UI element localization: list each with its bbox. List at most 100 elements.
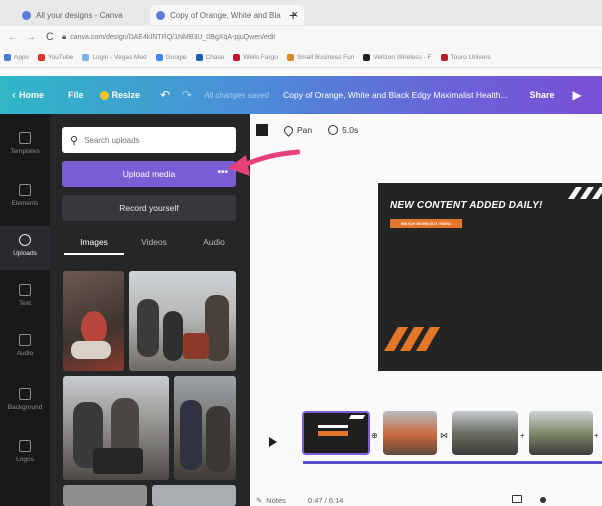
annotation-arrow	[228, 149, 300, 176]
chevron-left-icon[interactable]: ‹	[12, 88, 16, 102]
pan-label: Pan	[297, 125, 313, 135]
bookmark-favicon-icon	[440, 54, 448, 61]
rail-item-audio[interactable]: Audio	[0, 326, 50, 370]
notes-icon: ✎	[256, 496, 263, 505]
bookmark-item[interactable]: Google	[155, 54, 187, 61]
rail-item-label: Templates	[10, 148, 40, 155]
app-header: ‹ Home File Resize ↶ ↷ All changes saved…	[0, 76, 602, 114]
tab-images[interactable]: Images	[64, 231, 124, 255]
elements-icon	[19, 184, 31, 196]
resize-button[interactable]: Resize	[99, 90, 140, 100]
design-title[interactable]: Copy of Orange, White and Black Edgy Max…	[283, 90, 507, 100]
timeline-clip[interactable]	[452, 411, 518, 455]
back-arrow-icon[interactable]: ←	[8, 32, 18, 43]
home-button[interactable]: Home	[19, 90, 44, 100]
forward-arrow-icon[interactable]: →	[26, 32, 36, 43]
bookmark-label: Wells Fargo	[243, 54, 278, 61]
redo-icon[interactable]: ↷	[182, 88, 192, 102]
saved-status: All changes saved	[204, 90, 270, 100]
tab-videos[interactable]: Videos	[124, 231, 184, 255]
browser-tab-designs[interactable]: All your designs - Canva ×	[22, 5, 156, 25]
file-menu-button[interactable]: File	[68, 90, 84, 100]
browser-tab-bar: All your designs - Canva × Copy of Orang…	[0, 0, 602, 26]
transition-icon[interactable]: ⋈	[440, 431, 448, 440]
record-yourself-label: Record yourself	[119, 203, 179, 213]
notes-button[interactable]: ✎ Notes	[256, 496, 286, 505]
uploads-icon	[19, 234, 31, 246]
search-input[interactable]	[84, 135, 225, 145]
design-canvas[interactable]: NEW CONTENT ADDED DAILY! WATCH WORKOUT V…	[378, 183, 602, 371]
bookmark-favicon-icon	[195, 54, 203, 61]
bookmark-item[interactable]: Wells Fargo	[233, 54, 278, 61]
play-icon[interactable]	[269, 437, 277, 447]
uploaded-image-thumbnail[interactable]	[129, 271, 236, 371]
bookmark-item[interactable]: Login - Vegas Med	[82, 54, 147, 61]
bookmark-label: YouTube	[47, 54, 74, 61]
bookmark-item[interactable]: Verizon Wireless - F	[363, 54, 432, 61]
transition-icon[interactable]: +	[594, 431, 599, 440]
transition-icon[interactable]: ⊕	[371, 431, 378, 440]
undo-icon[interactable]: ↶	[160, 88, 170, 102]
browser-tab-label: Copy of Orange, White and Bla	[170, 10, 281, 20]
rail-item-label: Logos	[16, 456, 34, 463]
uploaded-image-thumbnail[interactable]	[174, 376, 236, 480]
bookmark-label: Chase	[205, 54, 225, 61]
rail-item-logos[interactable]: Logos	[0, 432, 50, 476]
uploaded-image-thumbnail[interactable]	[63, 485, 147, 506]
bookmark-item[interactable]: Touro Univers	[440, 54, 491, 61]
rail-item-label: Audio	[16, 350, 34, 357]
reload-icon[interactable]: C	[46, 31, 54, 43]
address-bar: ← → C 🔒︎ canva.com/design/DAE4kINTRQ/1NM…	[0, 26, 602, 48]
uploaded-image-thumbnail[interactable]	[152, 485, 236, 506]
uploaded-image-thumbnail[interactable]	[63, 376, 169, 480]
playback-time: 0:47 / 6:14	[308, 496, 344, 505]
lock-icon[interactable]: 🔒︎	[62, 32, 66, 42]
editor-toolbar: Pan 5.0s	[250, 114, 602, 146]
record-dot-icon[interactable]	[540, 497, 546, 503]
bookmark-favicon-icon	[286, 54, 294, 61]
screen-icon[interactable]	[512, 495, 522, 503]
rail-item-label: Elements	[11, 200, 39, 207]
rail-item-background[interactable]: Background	[0, 380, 50, 424]
rail-item-text[interactable]: Text	[0, 276, 50, 320]
timeline-progress-track[interactable]	[303, 461, 602, 464]
rail-item-uploads[interactable]: Uploads	[0, 226, 50, 270]
url-field[interactable]: canva.com/design/DAE4kINTRQ/1NMB3U_0BgXq…	[70, 34, 275, 41]
transition-icon[interactable]: +	[520, 431, 525, 440]
record-yourself-button[interactable]: Record yourself	[62, 195, 236, 221]
timeline-clip[interactable]	[529, 411, 593, 455]
timeline-clip[interactable]	[383, 411, 437, 455]
share-button[interactable]: Share	[530, 90, 555, 100]
uploaded-image-thumbnail[interactable]	[63, 271, 124, 371]
duration-button[interactable]: 5.0s	[328, 125, 358, 135]
templates-icon	[19, 132, 31, 144]
bookmark-item[interactable]: Apps	[4, 54, 29, 61]
upload-media-button[interactable]: Upload media •••	[62, 161, 236, 187]
color-swatch[interactable]	[256, 124, 268, 136]
text-icon	[19, 284, 31, 296]
bookmark-label: Verizon Wireless - F	[373, 54, 432, 61]
rail-item-label: Text	[19, 300, 31, 307]
rail-item-elements[interactable]: Elements	[0, 176, 50, 220]
bookmark-favicon-icon	[233, 54, 241, 61]
background-icon	[19, 388, 31, 400]
bookmark-item[interactable]: Chase	[195, 54, 225, 61]
browser-tab-edit[interactable]: Copy of Orange, White and Bla ×	[150, 5, 305, 25]
search-box[interactable]: ⚲	[62, 127, 236, 153]
bookmark-item[interactable]: YouTube	[37, 54, 74, 61]
bookmark-favicon-icon	[155, 54, 163, 61]
bookmark-label: Apps	[14, 54, 29, 61]
present-play-icon[interactable]: ▶	[573, 88, 582, 102]
bookmark-label: Small Business Fun	[296, 54, 355, 61]
browser-tab-label: All your designs - Canva	[36, 10, 123, 20]
new-tab-plus-icon[interactable]: +	[289, 7, 297, 23]
pan-button[interactable]: Pan	[282, 123, 313, 137]
rail-item-templates[interactable]: Templates	[0, 124, 50, 168]
bookmark-item[interactable]: Small Business Fun	[286, 54, 355, 61]
tab-audio[interactable]: Audio	[184, 231, 244, 255]
bookmark-label: Google	[165, 54, 187, 61]
crown-icon	[99, 90, 109, 100]
canva-favicon-icon	[22, 10, 31, 20]
canvas-headline: NEW CONTENT ADDED DAILY!	[390, 200, 543, 211]
timeline-clip[interactable]	[302, 411, 370, 455]
